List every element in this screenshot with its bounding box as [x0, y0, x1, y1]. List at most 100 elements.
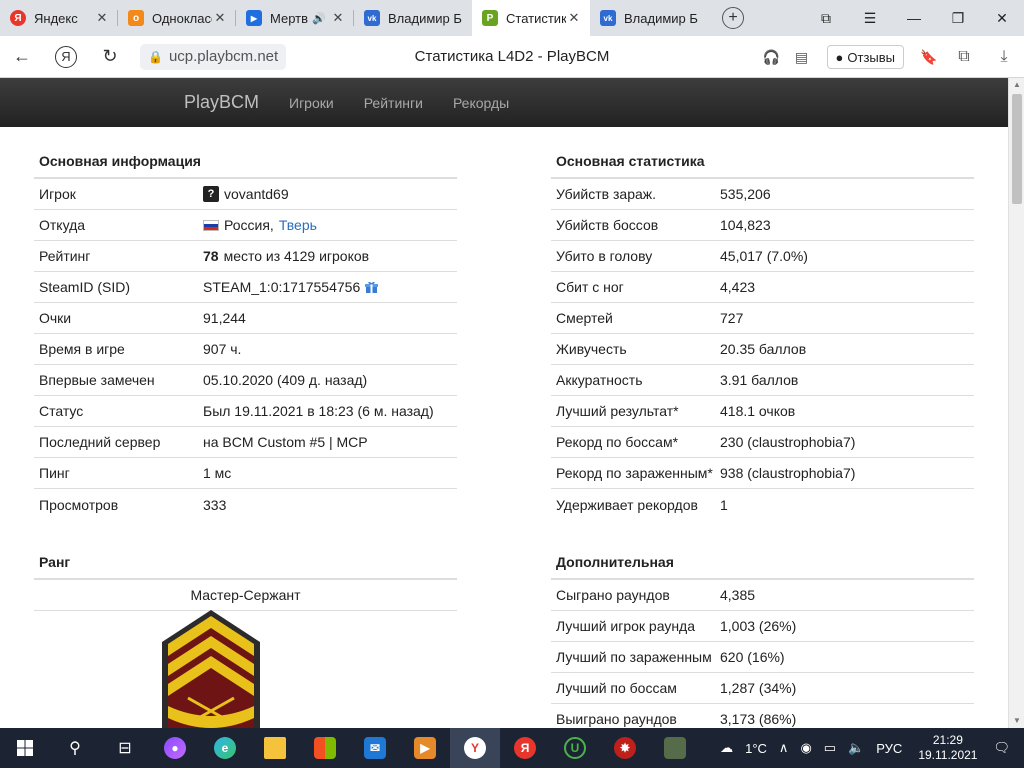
info-row-first-seen: Впервые замечен 05.10.2020 (409 д. назад… — [34, 365, 457, 396]
row-label: Время в игре — [39, 341, 125, 357]
close-icon[interactable]: ✕ — [212, 10, 228, 26]
tab-statistics[interactable]: P Статистик ✕ — [472, 0, 590, 36]
store-icon[interactable] — [300, 728, 350, 768]
clock[interactable]: 21:29 19.11.2021 — [918, 733, 977, 763]
restore-icon[interactable]: ❐ — [936, 10, 980, 27]
info-row-steamid: SteamID (SID) STEAM_1:0:1717554756 — [34, 272, 457, 303]
player-name: vovantd69 — [224, 186, 289, 202]
page-scrollbar[interactable]: ▲ ▼ — [1008, 78, 1024, 728]
scroll-thumb[interactable] — [1012, 94, 1022, 204]
close-window-icon[interactable]: ✕ — [980, 10, 1024, 27]
search-icon[interactable]: ⚲ — [50, 728, 100, 768]
row-value: 418.1 очков — [720, 403, 796, 419]
info-row-points: Очки 91,244 — [34, 303, 457, 334]
reviews-button[interactable]: ● Отзывы — [826, 45, 904, 69]
tab-video[interactable]: ▶ Мертв 🔊 ✕ — [236, 0, 354, 36]
headphones-icon[interactable]: 🎧 — [757, 49, 787, 66]
nav-players[interactable]: Игроки — [289, 95, 334, 111]
gift-icon[interactable] — [365, 281, 379, 294]
steam-id: STEAM_1:0:1717554756 — [203, 279, 361, 295]
table-row: Лучший результат* 418.1 очков — [551, 396, 974, 427]
temperature[interactable]: 1°C — [745, 741, 767, 756]
l4d2-icon[interactable] — [650, 728, 700, 768]
tab-yandex[interactable]: Я Яндекс ✕ — [0, 0, 118, 36]
close-icon[interactable]: ✕ — [566, 10, 582, 26]
url-field[interactable]: 🔒 ucp.playbcm.net — [140, 43, 287, 70]
info-row-player: Игрок ? vovantd69 — [34, 179, 457, 210]
row-label: Сбит с ног — [556, 279, 624, 295]
tab-vk-1[interactable]: vk Владимир Б — [354, 0, 472, 36]
collections-icon[interactable]: ⧉ — [804, 10, 848, 27]
mail-icon[interactable]: ✉ — [350, 728, 400, 768]
info-row-last-server: Последний сервер на BCM Custom #5 | MCP — [34, 427, 457, 458]
row-value: 05.10.2020 (409 д. назад) — [203, 372, 368, 388]
network-icon[interactable]: ▭ — [824, 740, 836, 756]
row-label: Лучший по боссам — [556, 680, 677, 696]
info-row-from: Откуда Россия, Тверь — [34, 210, 457, 241]
nav-records[interactable]: Рекорды — [453, 95, 509, 111]
new-tab-button[interactable]: + — [722, 7, 744, 29]
game-icon[interactable]: ✸ — [600, 728, 650, 768]
row-label: Сыграно раундов — [556, 587, 670, 603]
volume-icon[interactable]: 🔈 — [848, 740, 864, 756]
rating-rest: место из 4129 игроков — [223, 248, 370, 264]
page-content: Основная информация Игрок ? vovantd69 От… — [0, 127, 1008, 728]
minimize-icon[interactable]: — — [892, 10, 936, 26]
row-label: Игрок — [39, 186, 76, 202]
yandex-icon: Я — [10, 10, 26, 26]
scroll-up-arrow[interactable]: ▲ — [1009, 78, 1024, 92]
table-row: Сыграно раундов 4,385 — [551, 580, 974, 611]
task-view-icon[interactable]: ⊟ — [100, 728, 150, 768]
yandex-browser-icon[interactable]: Y — [450, 728, 500, 768]
yandex-home-icon[interactable]: Я — [44, 45, 88, 68]
tab-title: Одноклассн — [152, 10, 212, 26]
nav-ratings[interactable]: Рейтинги — [364, 95, 423, 111]
brand-link[interactable]: PlayBCM — [184, 92, 259, 113]
tab-odnoklassniki[interactable]: о Одноклассн ✕ — [118, 0, 236, 36]
row-value: 20.35 баллов — [720, 341, 807, 357]
language-indicator[interactable]: РУС — [876, 741, 902, 756]
row-value: 1 — [720, 496, 728, 513]
back-icon[interactable]: ← — [0, 46, 44, 67]
row-value: 1,003 (26%) — [720, 618, 797, 634]
play-icon: ▶ — [246, 10, 262, 26]
notifications-icon[interactable]: 🗨 — [993, 740, 1010, 756]
camera-icon[interactable]: ◉ — [800, 740, 811, 756]
row-label: SteamID (SID) — [39, 279, 131, 295]
bookmark-icon[interactable]: 🔖 — [914, 49, 944, 66]
tray-expand-icon[interactable]: ∧ — [779, 740, 789, 756]
close-icon[interactable]: ✕ — [330, 10, 346, 26]
windows-start-icon[interactable] — [0, 728, 50, 768]
utorrent-icon[interactable]: U — [550, 728, 600, 768]
yandex-icon[interactable]: Я — [500, 728, 550, 768]
row-label: Убито в голову — [556, 248, 653, 264]
row-value: 727 — [720, 310, 744, 326]
edge-icon[interactable]: e — [200, 728, 250, 768]
left-column: Основная информация Игрок ? vovantd69 От… — [34, 147, 457, 611]
download-icon[interactable]: ⤓ — [984, 48, 1024, 66]
collections-bookmark-icon[interactable]: ⧉ — [944, 48, 984, 66]
row-label: Рейтинг — [39, 248, 91, 264]
video-editor-icon[interactable]: ▶ — [400, 728, 450, 768]
alice-icon[interactable]: ● — [150, 728, 200, 768]
row-value: 4,423 — [720, 279, 756, 295]
speech-bubble-icon: ● — [835, 49, 844, 65]
reader-mode-icon[interactable]: ▤ — [787, 49, 817, 66]
rank-title: Ранг — [34, 548, 457, 580]
table-row: Сбит с ног 4,423 — [551, 272, 974, 303]
reload-icon[interactable]: ↻ — [88, 46, 132, 67]
table-row: Выиграно раундов 3,173 (86%) — [551, 704, 974, 728]
close-icon[interactable]: ✕ — [94, 10, 110, 26]
tab-title: Статистик — [506, 10, 566, 26]
tab-title: Мертв — [270, 10, 309, 26]
row-value: 333 — [203, 496, 227, 513]
menu-icon[interactable]: ☰ — [848, 10, 892, 27]
country: Россия, — [224, 217, 274, 233]
speaker-icon[interactable]: 🔊 — [312, 12, 326, 25]
scroll-down-arrow[interactable]: ▼ — [1009, 714, 1024, 728]
file-explorer-icon[interactable] — [250, 728, 300, 768]
row-value: 104,823 — [720, 217, 771, 233]
city-link[interactable]: Тверь — [279, 217, 317, 233]
playbcm-icon: P — [482, 10, 498, 26]
tab-vk-2[interactable]: vk Владимир Б — [590, 0, 708, 36]
